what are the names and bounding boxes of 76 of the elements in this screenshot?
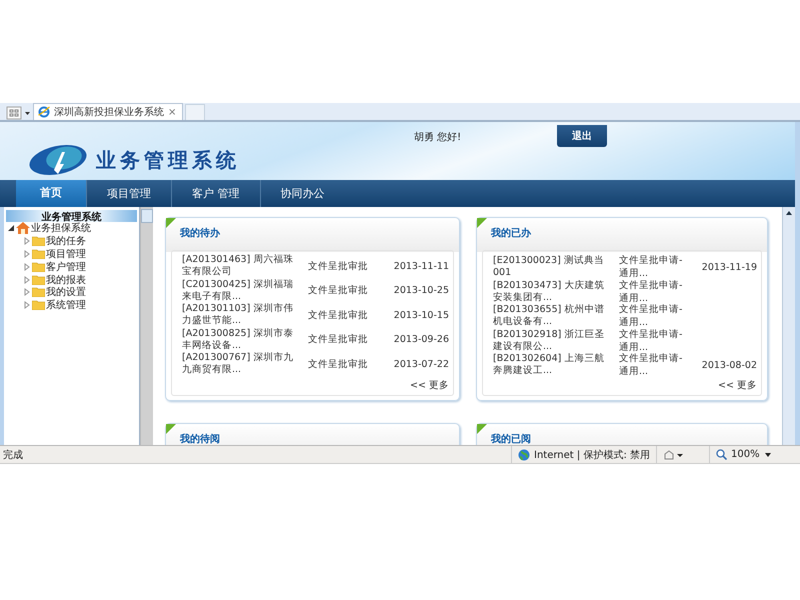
task-type: 文件呈批审批	[308, 284, 369, 298]
expand-icon[interactable]	[23, 301, 31, 310]
folder-icon	[32, 274, 45, 285]
panel-title: 我的已阅	[490, 432, 532, 445]
task-date: 2013-11-11	[392, 260, 450, 272]
expand-icon[interactable]	[23, 288, 31, 296]
task-date: 2013-10-15	[392, 310, 450, 321]
task-type: 文件呈批审批	[308, 333, 369, 346]
task-link[interactable]: [A201300825] 深圳市泰丰网络设备...	[182, 328, 294, 352]
folder-icon	[32, 287, 45, 298]
system-title: 业务管理系统	[96, 146, 240, 174]
task-type: 文件呈批申请-通用...	[619, 352, 684, 378]
nav-tab[interactable]: 协同办公	[260, 180, 344, 207]
nav-tab[interactable]: 首页	[16, 178, 87, 207]
corner-icon	[477, 218, 487, 228]
logout-button[interactable]: 退出	[557, 125, 607, 147]
task-link[interactable]: [A201301463] 周六福珠宝有限公司	[182, 254, 294, 278]
tree-item[interactable]: 我的设置	[46, 285, 86, 300]
task-date: 2013-07-22	[392, 358, 450, 370]
panel-title: 我的待阅	[178, 432, 221, 445]
zoom-control[interactable]: 100%	[709, 446, 792, 463]
task-link[interactable]: [A201300767] 深圳市九九商贸有限...	[182, 352, 294, 376]
tree-item[interactable]: 我的任务	[46, 234, 86, 248]
corner-icon	[477, 424, 487, 434]
corner-icon	[166, 218, 176, 228]
corner-icon	[166, 424, 176, 434]
folder-icon	[32, 248, 45, 259]
tree-item[interactable]: 项目管理	[46, 247, 86, 261]
expand-icon[interactable]	[23, 237, 31, 246]
task-type: 文件呈批审批	[308, 358, 369, 371]
panel-title: 我的待办	[178, 226, 221, 241]
security-zone: Internet | 保护模式: 禁用	[534, 448, 650, 462]
task-link[interactable]: [A201301103] 深圳市伟力盛世节能...	[182, 303, 294, 328]
status-text: 完成	[3, 448, 23, 462]
zoom-icon	[716, 449, 727, 460]
task-date: 2013-11-19	[700, 262, 758, 272]
tree-item[interactable]: 客户管理	[46, 260, 86, 274]
privacy-icon[interactable]	[663, 448, 685, 460]
caret-icon	[764, 452, 772, 458]
expand-icon[interactable]	[23, 262, 31, 271]
task-type: 文件呈批审批	[308, 308, 369, 322]
task-link[interactable]: [C201300425] 深圳福瑞来电子有限...	[182, 278, 294, 303]
home-icon	[16, 222, 30, 234]
expand-icon[interactable]	[23, 250, 31, 258]
task-type: 文件呈批申请-通用...	[619, 278, 684, 304]
task-link[interactable]: [B201302918] 浙江巨圣建设有限公...	[493, 328, 605, 352]
folder-icon	[32, 262, 45, 272]
sidebar-title: 业务管理系统	[6, 210, 137, 222]
tree-item[interactable]: 业务担保系统	[31, 221, 91, 236]
tree-item[interactable]: 系统管理	[46, 298, 86, 312]
panel-title: 我的已办	[490, 226, 532, 241]
expand-icon[interactable]	[23, 276, 31, 284]
task-type: 文件呈批申请-通用...	[619, 254, 684, 280]
folder-icon	[32, 236, 45, 246]
close-tab-button[interactable]: ×	[168, 106, 176, 118]
task-type: 文件呈批申请-通用...	[619, 303, 684, 329]
logo-icon	[28, 144, 88, 176]
globe-icon	[518, 448, 530, 460]
tree-item[interactable]: 我的报表	[46, 272, 86, 287]
more-link[interactable]: << 更多	[493, 376, 761, 394]
task-date: 2013-09-26	[392, 334, 450, 346]
task-date: 2013-10-25	[392, 285, 450, 296]
folder-icon	[32, 300, 45, 310]
greeting-text: 胡勇 您好!	[414, 130, 462, 144]
scrollbar[interactable]	[782, 207, 795, 445]
scrollbar[interactable]	[140, 207, 153, 445]
task-link[interactable]: [B201303473] 大庆建筑安装集团有...	[493, 280, 605, 304]
task-link[interactable]: [B201302604] 上海三航奔腾建设工...	[493, 353, 605, 377]
browser-tab[interactable]: 深圳高新投担保业务系统 ×	[33, 103, 184, 120]
task-type: 文件呈批申请-通用...	[619, 328, 684, 353]
task-date: 2013-08-02	[700, 360, 758, 370]
globe-icon	[38, 106, 50, 118]
more-link[interactable]: << 更多	[182, 376, 453, 394]
task-link[interactable]: [B201303655] 杭州中谱机电设备有...	[493, 304, 605, 328]
task-link[interactable]: [E201300023] 测试典当001	[493, 255, 605, 279]
task-type: 文件呈批审批	[308, 260, 369, 273]
